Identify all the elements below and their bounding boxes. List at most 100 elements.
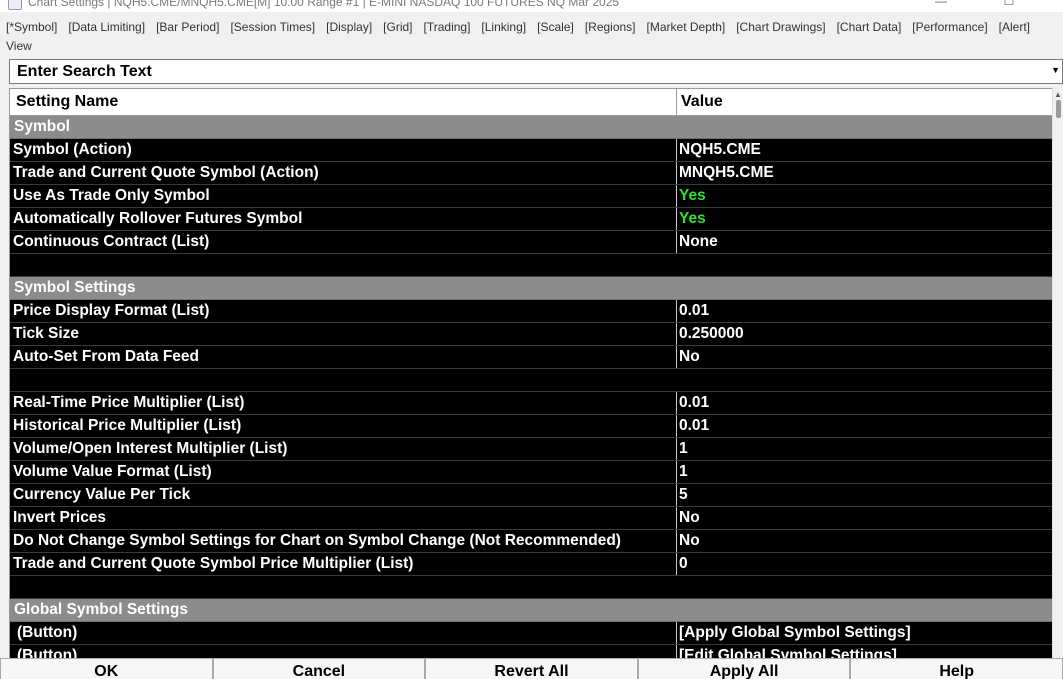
action-button[interactable]: [Apply Global Symbol Settings] [677,622,1052,644]
section-label: Global Symbol Settings [14,601,188,618]
setting-name: Trade and Current Quote Symbol Price Mul… [10,553,677,575]
setting-value[interactable]: 0.250000 [677,323,1052,345]
setting-row[interactable]: Trade and Current Quote Symbol Price Mul… [10,553,1052,576]
section-header[interactable]: Symbol Settings [10,277,1052,300]
scrollbar-thumb[interactable] [1056,100,1061,118]
setting-value[interactable]: Yes [677,185,1052,207]
setting-name: Do Not Change Symbol Settings for Chart … [10,530,677,552]
setting-row[interactable]: Price Display Format (List) 0.01 [10,300,1052,323]
cancel-button[interactable]: Cancel [212,658,426,679]
tab-chart-drawings[interactable]: [Chart Drawings] [736,18,825,37]
section-label: Symbol Settings [14,279,136,296]
help-button[interactable]: Help [850,658,1063,679]
settings-rows: Symbol Symbol (Action) NQH5.CME Trade and C… [10,116,1052,658]
maximize-icon[interactable]: ☐ [986,0,1032,8]
tab-display[interactable]: [Display] [326,18,372,37]
setting-value[interactable]: No [677,507,1052,529]
tab-trading[interactable]: [Trading] [424,18,471,37]
tab-regions[interactable]: [Regions] [585,18,636,37]
setting-name: Real-Time Price Multiplier (List) [10,392,677,414]
setting-value[interactable]: MNQH5.CME [677,162,1052,184]
column-header-value[interactable]: Value [677,88,1052,115]
setting-value[interactable]: 5 [677,484,1052,506]
setting-name: Automatically Rollover Futures Symbol [10,208,677,230]
setting-row[interactable]: Use As Trade Only Symbol Yes [10,185,1052,208]
tab-scale[interactable]: [Scale] [537,18,574,37]
app-icon [8,0,22,10]
tab-performance[interactable]: [Performance] [912,18,987,37]
settings-grid: Setting Name Value Symbol Symbol (Action)… [9,88,1052,658]
action-button[interactable]: [Edit Global Symbol Settings] [677,645,1052,658]
setting-name: Price Display Format (List) [10,300,677,322]
ok-button[interactable]: OK [0,658,213,679]
setting-name: Volume/Open Interest Multiplier (List) [10,438,677,460]
tab-grid[interactable]: [Grid] [383,18,412,37]
tab-market-depth[interactable]: [Market Depth] [647,18,726,37]
minimize-icon[interactable]: — [918,0,964,8]
tab-chart-data[interactable]: [Chart Data] [837,18,902,37]
blank-row [10,576,1052,599]
setting-name: Tick Size [10,323,677,345]
setting-name: Auto-Set From Data Feed [10,346,677,368]
setting-row[interactable]: Continuous Contract (List) None [10,231,1052,254]
revert-all-button[interactable]: Revert All [425,658,638,679]
setting-value[interactable]: 0 [677,553,1052,575]
setting-value[interactable]: NQH5.CME [677,139,1052,161]
setting-row[interactable]: Volume/Open Interest Multiplier (List) 1 [10,438,1052,461]
title-bar: Chart Settings | NQH5.CME/MNQH5.CME[M] 1… [0,0,1063,12]
setting-row[interactable]: Invert Prices No [10,507,1052,530]
setting-name: Historical Price Multiplier (List) [10,415,677,437]
window-title: Chart Settings | NQH5.CME/MNQH5.CME[M] 1… [28,0,620,9]
vertical-scrollbar[interactable]: ▲ [1052,88,1063,658]
setting-value[interactable]: No [677,530,1052,552]
tab-linking[interactable]: [Linking] [481,18,526,37]
apply-all-button[interactable]: Apply All [637,658,851,679]
setting-value[interactable]: 0.01 [677,300,1052,322]
search-input[interactable] [10,60,1046,83]
setting-row[interactable]: Do Not Change Symbol Settings for Chart … [10,530,1052,553]
section-header[interactable]: Global Symbol Settings [10,599,1052,622]
setting-name: Continuous Contract (List) [10,231,677,253]
setting-name: Invert Prices [10,507,677,529]
scroll-up-icon[interactable]: ▲ [1054,90,1062,99]
setting-row[interactable]: Real-Time Price Multiplier (List) 0.01 [10,392,1052,415]
setting-name: Use As Trade Only Symbol [10,185,677,207]
tab-data-limiting[interactable]: [Data Limiting] [68,18,145,37]
setting-row[interactable]: Trade and Current Quote Symbol (Action) M… [10,162,1052,185]
setting-row[interactable]: Tick Size 0.250000 [10,323,1052,346]
setting-name: (Button) [10,622,677,644]
tab-session-times[interactable]: [Session Times] [230,18,315,37]
setting-row[interactable]: Automatically Rollover Futures Symbol Yes [10,208,1052,231]
setting-value[interactable]: No [677,346,1052,368]
tab-view[interactable]: View [6,37,32,56]
grid-header: Setting Name Value [10,88,1052,116]
setting-row[interactable]: Volume Value Format (List) 1 [10,461,1052,484]
blank-row [10,254,1052,277]
setting-value[interactable]: 1 [677,438,1052,460]
setting-name: Currency Value Per Tick [10,484,677,506]
section-label: Symbol [14,118,70,135]
blank-row [10,369,1052,392]
tab-alert[interactable]: [Alert] [999,18,1030,37]
chevron-down-icon[interactable]: ▼ [1051,65,1060,75]
search-box[interactable]: ▼ [9,59,1063,84]
setting-value[interactable]: 0.01 [677,392,1052,414]
setting-row[interactable]: Auto-Set From Data Feed No [10,346,1052,369]
tab-bar-period[interactable]: [Bar Period] [156,18,219,37]
tab-symbol[interactable]: [*Symbol] [6,18,57,37]
setting-value[interactable]: Yes [677,208,1052,230]
setting-value[interactable]: 0.01 [677,415,1052,437]
setting-row[interactable]: Currency Value Per Tick 5 [10,484,1052,507]
dialog-footer: OK Cancel Revert All Apply All Help [0,658,1063,679]
setting-value[interactable]: None [677,231,1052,253]
setting-row[interactable]: Historical Price Multiplier (List) 0.01 [10,415,1052,438]
button-setting-row[interactable]: (Button) [Apply Global Symbol Settings] [10,622,1052,645]
setting-name: Symbol (Action) [10,139,677,161]
settings-tab-strip: [*Symbol] [Data Limiting] [Bar Period] [Ses… [0,18,1063,56]
section-header[interactable]: Symbol [10,116,1052,139]
setting-name: (Button) [10,645,677,658]
setting-value[interactable]: 1 [677,461,1052,483]
button-setting-row[interactable]: (Button) [Edit Global Symbol Settings] [10,645,1052,658]
setting-row[interactable]: Symbol (Action) NQH5.CME [10,139,1052,162]
column-header-setting-name[interactable]: Setting Name [10,88,677,115]
